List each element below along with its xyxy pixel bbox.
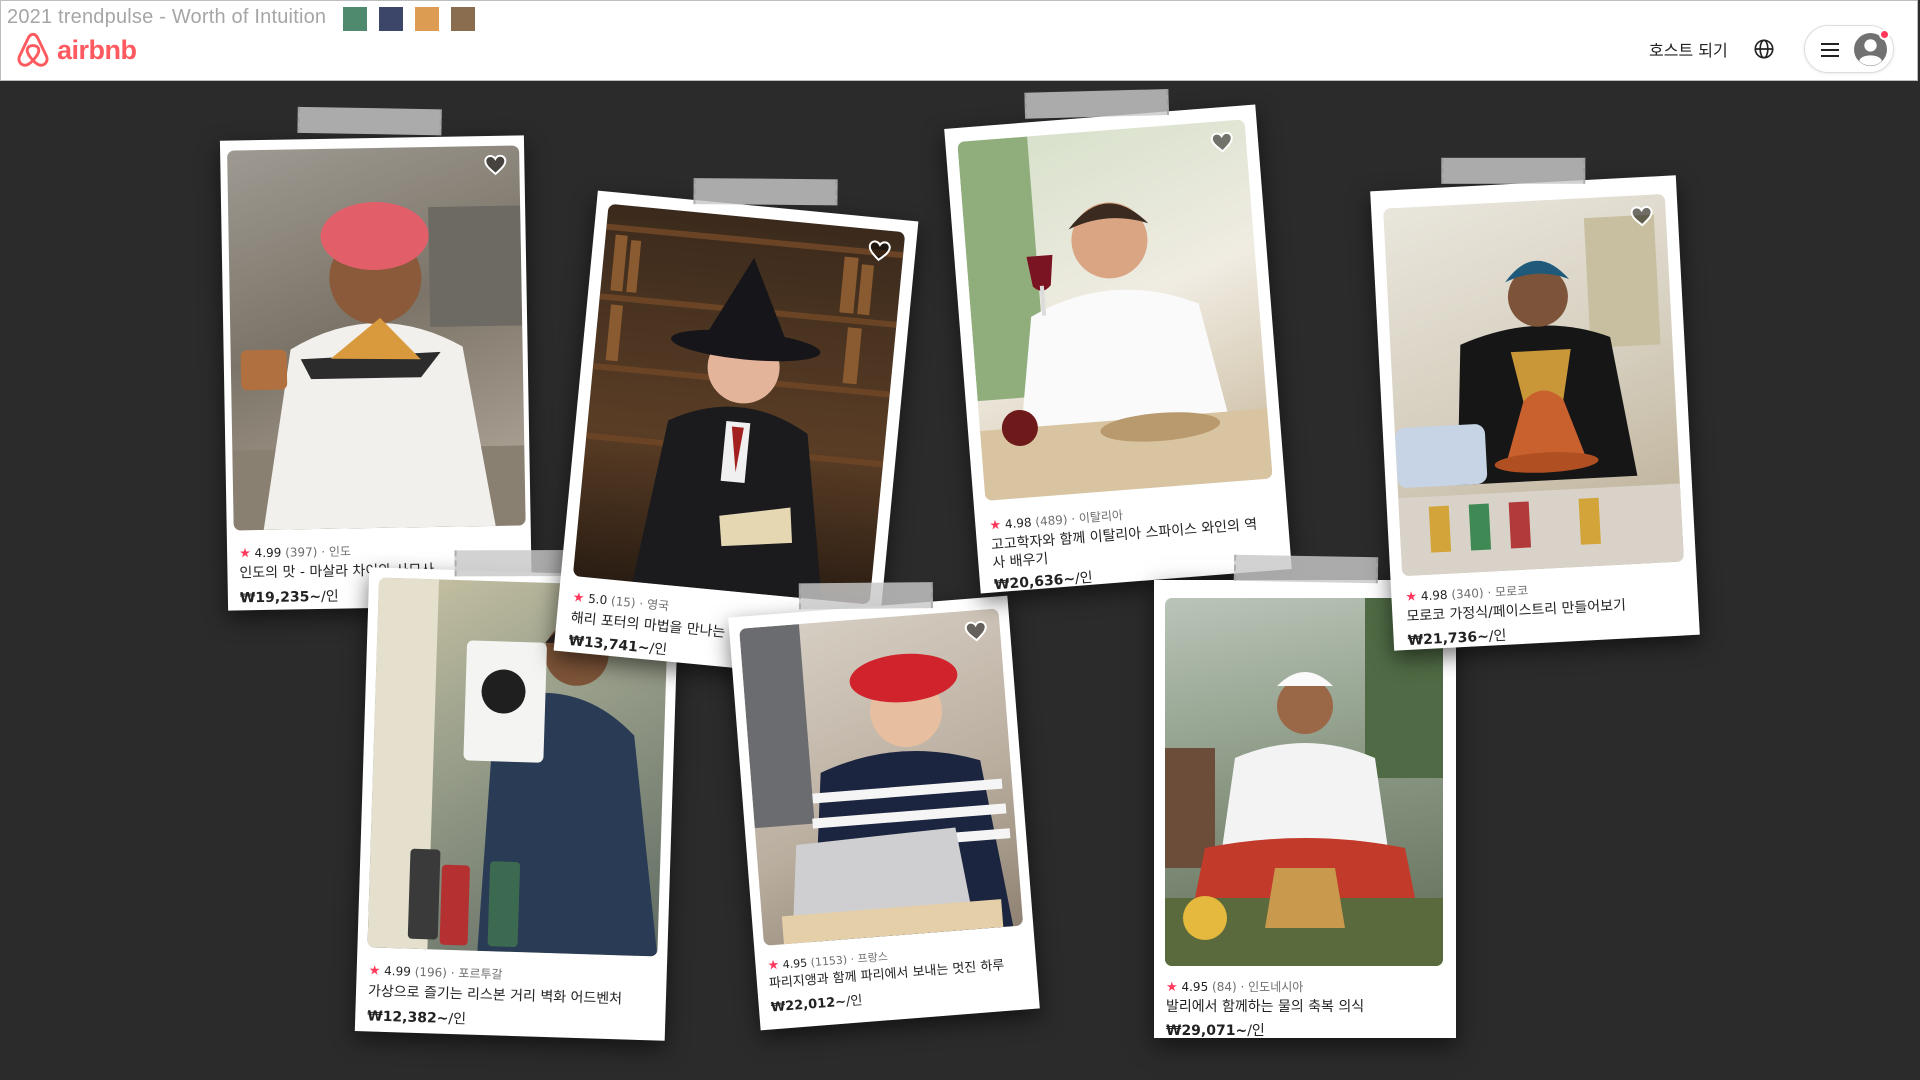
wishlist-heart-icon[interactable] [1209,130,1235,154]
become-host-link[interactable]: 호스트 되기 [1649,37,1728,61]
star-icon: ★ [239,546,251,562]
host-photo-italy [957,136,1273,501]
airbnb-logo[interactable]: airbnb [15,31,137,69]
color-palette [343,7,475,31]
palette-swatch-4 [451,7,475,31]
experience-title[interactable]: 가상으로 즐기는 리스본 거리 벽화 어드벤처 [368,982,658,1009]
notification-badge [1879,29,1890,40]
host-photo-india [232,201,526,531]
tape-strip [1233,554,1379,584]
user-menu-button[interactable] [1804,25,1894,73]
experience-photo[interactable] [227,145,526,531]
experience-price: ₩12,382~/인 [367,1008,467,1028]
palette-swatch-2 [379,7,403,31]
rating-line: ★ 4.95 (84) · 인도네시아 [1166,980,1304,995]
star-icon: ★ [572,590,586,607]
rating-line: ★ 4.99 (196) · 포르투갈 [368,963,503,982]
experience-price: ₩19,235~/인 [239,588,339,607]
tape-strip [297,106,442,136]
star-icon: ★ [368,963,381,979]
tape-strip [1024,89,1170,119]
tape-strip [798,582,934,610]
menu-icon [1821,43,1839,57]
top-header: 2021 trendpulse - Worth of Intuition air… [0,0,1918,81]
wishlist-heart-icon[interactable] [1629,205,1654,228]
experience-photo[interactable] [1383,193,1684,577]
experience-card[interactable]: ★ 4.98 (340) · 모로코 모로코 가정식/페이스트리 만들어보기 ₩… [1370,157,1700,651]
experience-price: ₩21,736~/인 [1407,627,1507,649]
star-icon: ★ [988,517,1002,534]
rating-line: ★ 4.98 (340) · 모로코 [1405,583,1529,606]
wishlist-heart-icon[interactable] [483,154,507,176]
host-photo-france [739,624,1014,945]
palette-swatch-1 [343,7,367,31]
star-icon: ★ [767,957,780,974]
experience-photo[interactable] [957,119,1273,501]
experience-card[interactable]: ★ 4.98 (489) · 이탈리아 고고학자와 함께 이탈리아 스파이스 와… [944,89,1292,594]
rating-line: ★ 4.99 (397) · 인도 [239,544,352,562]
experience-price: ₩29,071~/인 [1166,1023,1265,1039]
experience-card[interactable]: ★ 4.99 (397) · 인도 인도의 맛 - 마살라 차이와 사모사 ₩1… [219,106,533,611]
page-caption: 2021 trendpulse - Worth of Intuition [7,6,327,28]
experience-price: ₩22,012~/인 [770,993,864,1016]
star-icon: ★ [1405,589,1418,606]
experience-card[interactable]: ★ 4.95 (1153) · 프랑스 파리지앵과 함께 파리에서 보내는 멋진… [728,582,1040,1031]
tape-strip [693,178,838,206]
experience-photo[interactable] [739,608,1024,946]
airbnb-belo-icon [17,32,49,67]
globe-icon[interactable] [1753,38,1775,60]
star-icon: ★ [1166,980,1178,995]
experience-title[interactable]: 발리에서 함께하는 물의 축복 의식 [1166,998,1451,1016]
experience-photo[interactable] [572,203,906,605]
host-photo-morocco [1395,214,1684,577]
wishlist-heart-icon[interactable] [963,619,989,643]
host-photo-indonesia [1165,598,1443,966]
wishlist-heart-icon[interactable] [866,239,892,263]
palette-swatch-3 [415,7,439,31]
host-photo-uk [586,223,904,600]
brand-name: airbnb [57,34,137,65]
tape-strip [1441,157,1586,184]
experience-photo[interactable] [1165,598,1443,966]
